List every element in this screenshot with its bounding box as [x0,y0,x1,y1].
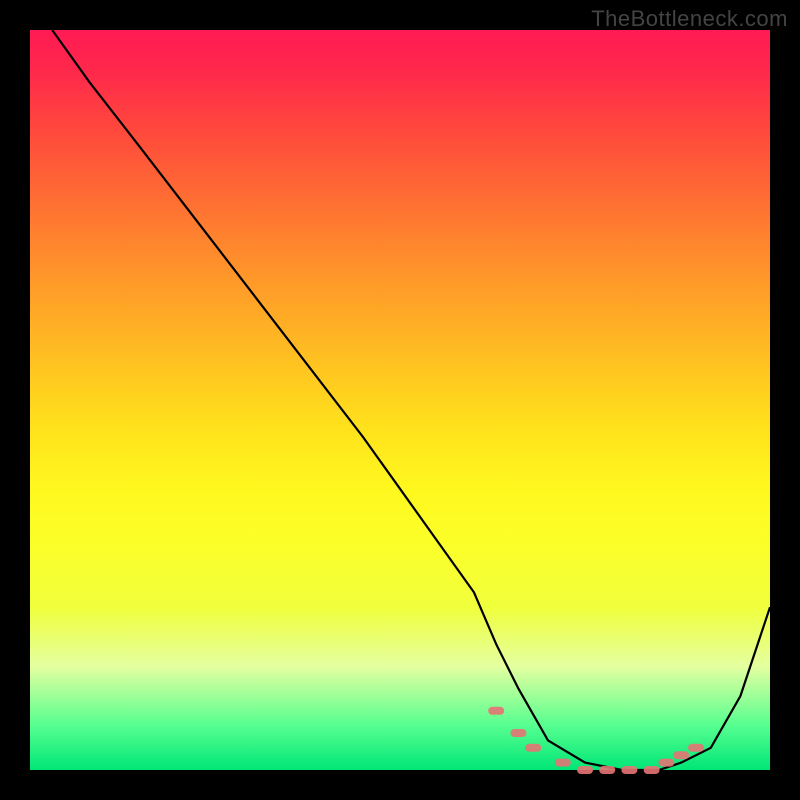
marker-dot [577,766,593,774]
marker-dot [658,759,674,767]
marker-dot [488,707,504,715]
chart-svg [30,30,770,770]
marker-dot [555,759,571,767]
marker-dot [673,751,689,759]
marker-dot [599,766,615,774]
curve-line [52,30,770,770]
marker-dot [688,744,704,752]
chart-plot-area [30,30,770,770]
marker-dot [525,744,541,752]
watermark-text: TheBottleneck.com [591,6,788,32]
marker-dot [644,766,660,774]
marker-dot [510,729,526,737]
marker-dot [621,766,637,774]
